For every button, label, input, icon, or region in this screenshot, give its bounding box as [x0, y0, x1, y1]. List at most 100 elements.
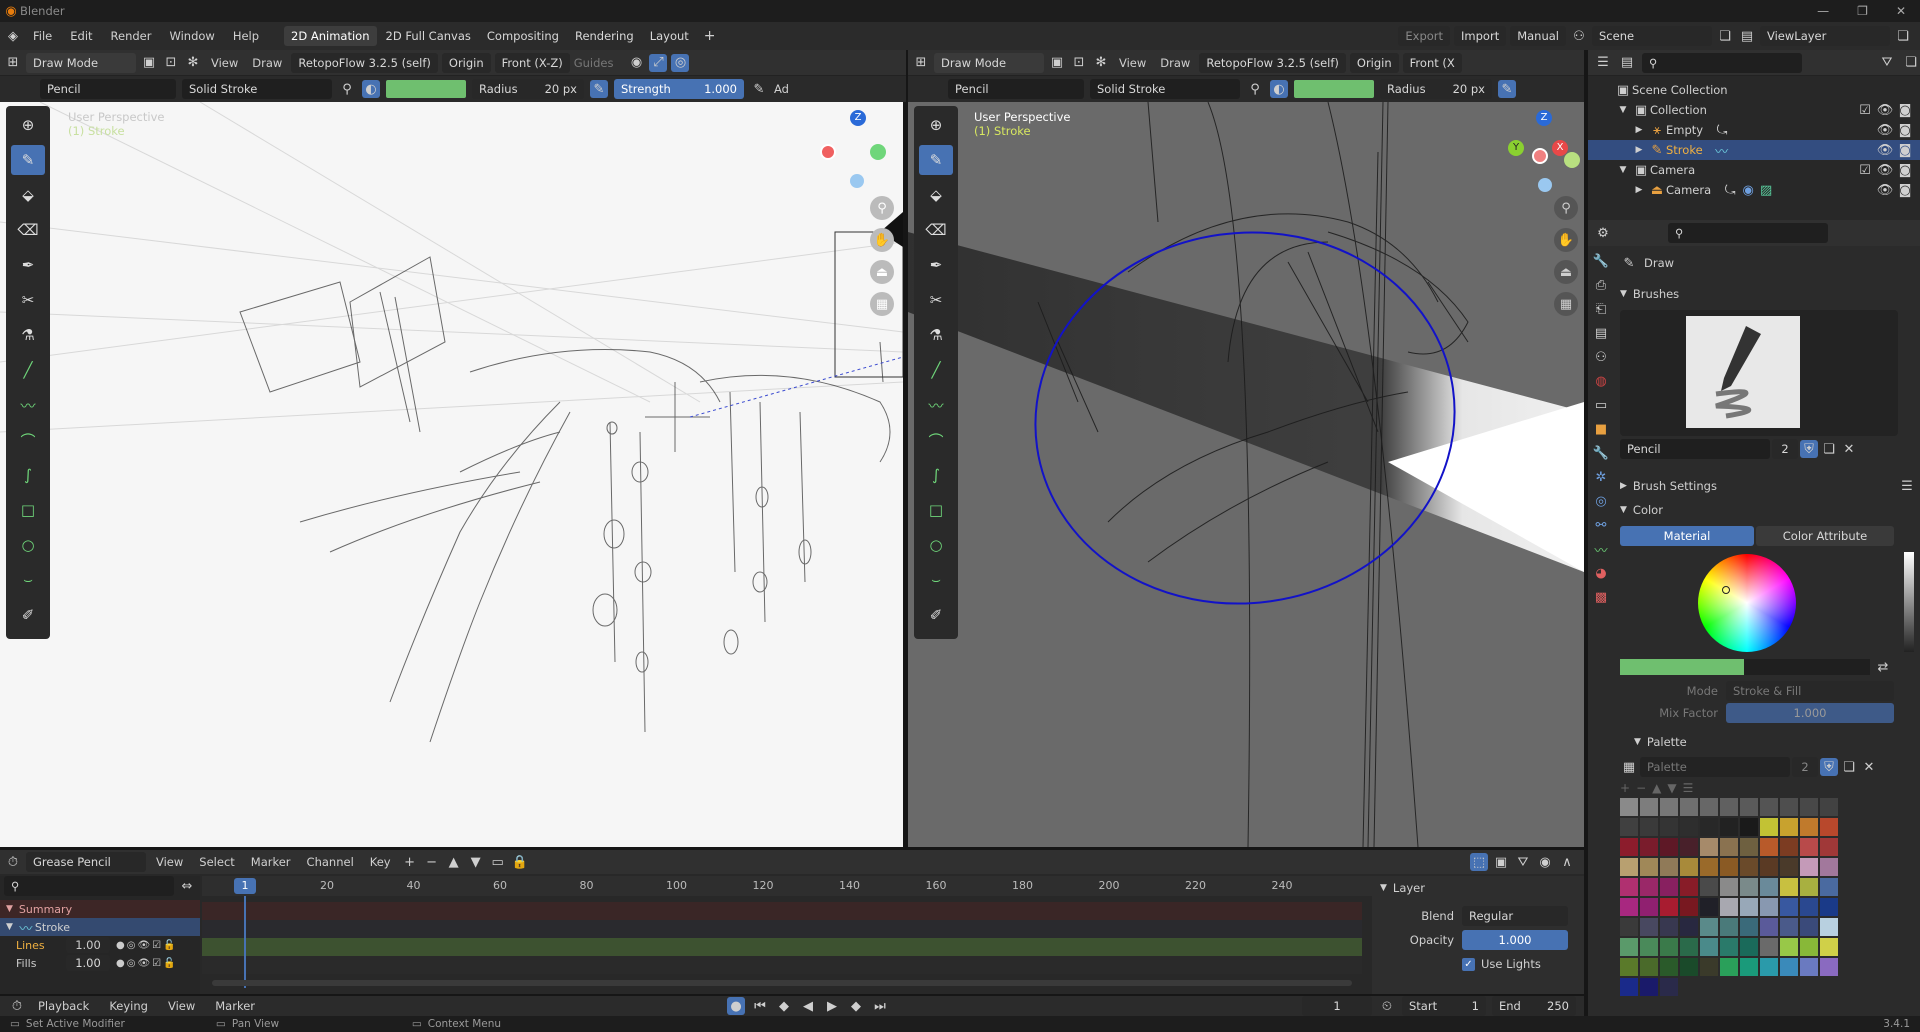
- move-up-icon[interactable]: ▲: [1652, 781, 1661, 795]
- guides-toggle[interactable]: Guides: [574, 56, 614, 70]
- viewlayer-selector[interactable]: ViewLayer: [1760, 26, 1890, 46]
- palette-swatch[interactable]: [1660, 858, 1678, 876]
- view-layer-tab-icon[interactable]: ▤: [1592, 324, 1610, 342]
- tint-tool-icon[interactable]: ✒: [11, 250, 45, 280]
- palette-swatch[interactable]: [1740, 858, 1758, 876]
- palette-swatch[interactable]: [1680, 798, 1698, 816]
- polyline-tool-icon[interactable]: 〰: [919, 390, 953, 420]
- gizmo-neg-x-icon[interactable]: [820, 144, 836, 160]
- unlink-icon[interactable]: ✕: [1860, 758, 1878, 776]
- palette-swatch[interactable]: [1680, 898, 1698, 916]
- auto-keying-icon[interactable]: ●: [727, 997, 746, 1015]
- menu-select[interactable]: Select: [193, 855, 240, 869]
- tab-color-attribute[interactable]: Color Attribute: [1756, 526, 1894, 546]
- visibility-icon[interactable]: ◉: [627, 54, 645, 72]
- palette-swatch[interactable]: [1700, 918, 1718, 936]
- pan-hand-icon[interactable]: ✋: [870, 228, 894, 252]
- palette-swatch[interactable]: [1820, 958, 1838, 976]
- pin-icon[interactable]: ⚲: [338, 80, 356, 98]
- outliner-row-empty[interactable]: ▶ ⚹ Empty ⤿ 👁 ◙: [1588, 120, 1920, 140]
- palette-swatch[interactable]: [1640, 798, 1658, 816]
- palette-swatch[interactable]: [1780, 858, 1798, 876]
- gizmo-neg-z-icon[interactable]: [1538, 178, 1552, 192]
- physics-tab-icon[interactable]: ◎: [1592, 492, 1610, 510]
- annotate-tool-icon[interactable]: ✐: [11, 600, 45, 630]
- mode-dropdown[interactable]: Draw Mode: [26, 52, 136, 73]
- palette-swatch[interactable]: [1700, 938, 1718, 956]
- pressure-radius-icon[interactable]: ✎: [1498, 80, 1516, 98]
- palette-swatch[interactable]: [1740, 898, 1758, 916]
- palette-swatch[interactable]: [1820, 938, 1838, 956]
- erase-tool-icon[interactable]: ⌫: [11, 215, 45, 245]
- palette-swatch[interactable]: [1620, 978, 1638, 996]
- effects-tab-icon[interactable]: ✲: [1592, 468, 1610, 486]
- palette-swatch[interactable]: [1800, 798, 1818, 816]
- color-panel-header[interactable]: ▼ Color: [1620, 498, 1916, 522]
- palette-icon[interactable]: ▦: [1620, 758, 1638, 776]
- palette-swatch[interactable]: [1660, 838, 1678, 856]
- left-nav-gizmo[interactable]: Z: [812, 108, 892, 188]
- add-workspace-button[interactable]: +: [698, 28, 722, 44]
- layer-opacity-value[interactable]: 1.00: [66, 937, 110, 953]
- palette-swatch[interactable]: [1780, 938, 1798, 956]
- palette-swatch[interactable]: [1700, 858, 1718, 876]
- snap-icon[interactable]: ⊡: [1070, 54, 1088, 72]
- eye-icon[interactable]: 👁: [1876, 181, 1894, 199]
- checkbox-icon[interactable]: ☑: [1856, 161, 1874, 179]
- dot-icon[interactable]: ●: [116, 940, 125, 951]
- channel-summary[interactable]: ▼ Summary: [0, 900, 200, 918]
- lock-icon[interactable]: 🔒: [511, 853, 529, 871]
- front-projection-dropdown[interactable]: Front (X-Z): [494, 52, 570, 73]
- import-button[interactable]: Import: [1454, 26, 1507, 46]
- palette-swatch[interactable]: [1740, 918, 1758, 936]
- palette-swatch[interactable]: [1800, 858, 1818, 876]
- outliner-row-camera[interactable]: ▶ ⏏ Camera ⤿ ◉ ▨ 👁 ◙: [1588, 180, 1920, 200]
- circle-tool-icon[interactable]: ○: [919, 530, 953, 560]
- palette-swatch[interactable]: [1640, 918, 1658, 936]
- palette-swatch[interactable]: [1740, 798, 1758, 816]
- filter-icon[interactable]: ⛛: [1514, 853, 1532, 871]
- mode-dropdown[interactable]: Stroke & Fill: [1726, 681, 1894, 701]
- palette-swatch[interactable]: [1780, 838, 1798, 856]
- camera-render-icon[interactable]: ◙: [1896, 181, 1914, 199]
- palette-swatch[interactable]: [1820, 818, 1838, 836]
- checkbox-icon[interactable]: ☑: [152, 940, 161, 951]
- palette-swatch[interactable]: [1740, 878, 1758, 896]
- zoom-icon[interactable]: ⚲: [1554, 196, 1578, 220]
- fill-tool-icon[interactable]: ⬙: [11, 180, 45, 210]
- palette-swatch[interactable]: [1760, 858, 1778, 876]
- secondary-color-bar[interactable]: [1744, 659, 1870, 675]
- palette-swatch[interactable]: [1760, 918, 1778, 936]
- palette-swatch[interactable]: [1800, 838, 1818, 856]
- palette-swatch[interactable]: [1760, 878, 1778, 896]
- current-color-bar[interactable]: [1620, 659, 1744, 675]
- palette-swatch[interactable]: [1780, 878, 1798, 896]
- palette-swatch[interactable]: [1720, 818, 1738, 836]
- jump-end-icon[interactable]: ⏭: [871, 997, 889, 1015]
- palette-swatch[interactable]: [1640, 858, 1658, 876]
- right-3d-canvas[interactable]: User Perspective (1) Stroke Z Y X ⚲ ✋ ⏏ …: [908, 102, 1584, 847]
- palette-swatch[interactable]: [1800, 918, 1818, 936]
- material-tab-icon[interactable]: ◕: [1592, 564, 1610, 582]
- palette-swatch[interactable]: [1820, 878, 1838, 896]
- palette-swatch[interactable]: [1780, 898, 1798, 916]
- zoom-icon[interactable]: ⚲: [870, 196, 894, 220]
- scene-selector[interactable]: Scene: [1592, 26, 1712, 46]
- editor-type-icon[interactable]: ⊞: [4, 54, 22, 72]
- select-box-icon[interactable]: ▣: [140, 54, 158, 72]
- tab-material[interactable]: Material: [1620, 526, 1754, 546]
- world-tab-icon[interactable]: ◍: [1592, 372, 1610, 390]
- brush-color-swatch[interactable]: [386, 80, 466, 98]
- palette-swatch[interactable]: [1640, 838, 1658, 856]
- outliner-row-stroke[interactable]: ▶ ✎ Stroke 〰 👁 ◙: [1588, 140, 1920, 160]
- palette-users-count[interactable]: 2: [1792, 757, 1818, 777]
- brush-name-field[interactable]: Pencil: [1620, 439, 1770, 459]
- multiframe-icon[interactable]: ✻: [184, 54, 202, 72]
- constraints-tab-icon[interactable]: ⚯: [1592, 516, 1610, 534]
- mix-factor-field[interactable]: 1.000: [1726, 703, 1894, 723]
- mode-dropdown[interactable]: Draw Mode: [934, 52, 1044, 73]
- palette-swatch[interactable]: [1820, 858, 1838, 876]
- onion-icon[interactable]: ◎: [127, 940, 136, 951]
- layer-panel-header[interactable]: ▼ Layer: [1372, 876, 1584, 900]
- chevron-right-icon[interactable]: ▶: [1630, 141, 1648, 159]
